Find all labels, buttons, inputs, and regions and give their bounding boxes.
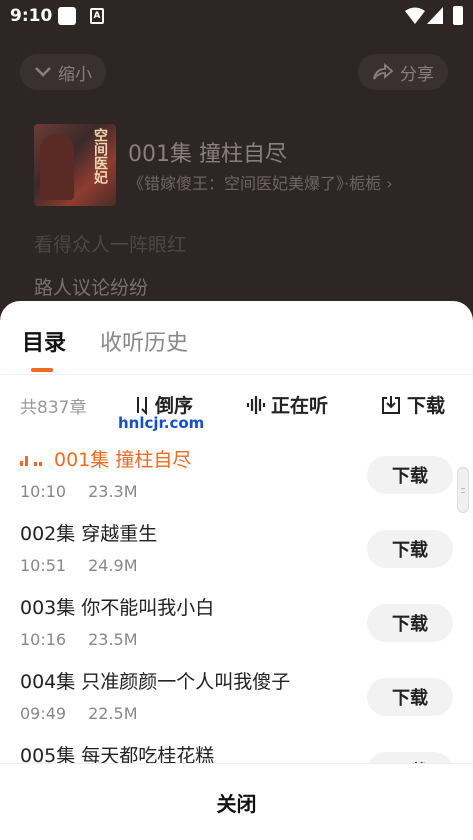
- share-label: 分享: [400, 64, 434, 85]
- episode-size: 22.5M: [88, 704, 138, 723]
- now-playing-button[interactable]: 正在听: [246, 391, 328, 418]
- scrollbar-handle[interactable]: [457, 467, 469, 513]
- episode-meta: 10:10 23.3M: [20, 482, 138, 501]
- lyric-current: 路人议论纷纷: [34, 277, 149, 299]
- episode-title: 002集 穿越重生: [20, 523, 158, 545]
- share-button[interactable]: 分享: [358, 54, 448, 90]
- episode-duration: 10:10: [20, 482, 67, 501]
- sound-wave-icon: [246, 395, 266, 414]
- episode-row[interactable]: 001集 撞柱自尽 10:10 23.3M 下载: [0, 441, 473, 515]
- book-title: 《错嫁傻王：空间医妃美爆了》·栀栀: [128, 174, 382, 193]
- chapter-list-sheet: 目录 收听历史 共837章 倒序 正在听 下载 hnlcjr.com 001集 …: [0, 301, 473, 840]
- chevron-down-icon: [35, 67, 51, 77]
- episode-download-button[interactable]: 下载: [367, 456, 453, 494]
- episode-duration: 10:16: [20, 630, 67, 649]
- episode-size: 23.3M: [88, 482, 138, 501]
- cover-figure: [40, 134, 74, 200]
- episode-size: 24.9M: [88, 556, 138, 575]
- cellular-icon: [427, 7, 443, 24]
- app-notification-icon: A: [90, 8, 104, 24]
- battery-icon: [453, 6, 463, 25]
- episode-download-button[interactable]: 下载: [367, 678, 453, 716]
- download-icon: [382, 395, 400, 414]
- status-time: 9:10: [10, 6, 53, 26]
- episode-title: 001集 撞柱自尽: [54, 449, 192, 471]
- episode-download-button[interactable]: 下载: [367, 530, 453, 568]
- playing-icon: [20, 455, 42, 466]
- status-bar: 9:10 A: [0, 0, 473, 34]
- episode-duration: 09:49: [20, 704, 67, 723]
- watermark: hnlcjr.com: [118, 414, 205, 432]
- close-button[interactable]: 关闭: [0, 764, 473, 840]
- episode-title: 003集 你不能叫我小白: [20, 597, 215, 619]
- current-episode-title: 001集 撞柱自尽: [128, 142, 287, 167]
- episode-meta: 10:16 23.5M: [20, 630, 138, 649]
- chevron-right-icon: ›: [386, 174, 393, 193]
- sheet-tabs: 目录 收听历史: [0, 301, 473, 375]
- wifi-icon: [405, 7, 425, 24]
- cover-title: 空间医妃: [92, 128, 108, 184]
- now-playing-label: 正在听: [271, 395, 329, 417]
- batch-download-button[interactable]: 下载: [380, 391, 445, 418]
- lyric-previous: 看得众人一阵眼红: [34, 234, 187, 256]
- collapse-label: 缩小: [58, 64, 92, 85]
- tab-history[interactable]: 收听历史: [100, 325, 188, 357]
- episode-row[interactable]: 004集 只准颜颜一个人叫我傻子 09:49 22.5M 下载: [0, 663, 473, 737]
- episode-title-line: 001集 撞柱自尽: [20, 445, 191, 472]
- book-title-link[interactable]: 《错嫁傻王：空间医妃美爆了》·栀栀 ›: [128, 170, 448, 194]
- episode-duration: 10:51: [20, 556, 67, 575]
- list-toolbar: 共837章 倒序 正在听 下载: [0, 389, 473, 423]
- sort-icon: [137, 396, 147, 415]
- notification-icon: [58, 7, 76, 25]
- tab-catalog[interactable]: 目录: [22, 325, 66, 357]
- episode-title: 004集 只准颜颜一个人叫我傻子: [20, 671, 291, 693]
- collapse-button[interactable]: 缩小: [20, 54, 106, 90]
- episode-download-button[interactable]: 下载: [367, 604, 453, 642]
- book-cover[interactable]: 空间医妃: [34, 124, 116, 206]
- divider: [0, 374, 473, 375]
- sheet-footer: 关闭: [0, 763, 473, 840]
- chapter-count: 共837章: [20, 398, 87, 418]
- episode-size: 23.5M: [88, 630, 138, 649]
- batch-download-label: 下载: [407, 395, 446, 417]
- episode-row[interactable]: 003集 你不能叫我小白 10:16 23.5M 下载: [0, 589, 473, 663]
- episode-row[interactable]: 002集 穿越重生 10:51 24.9M 下载: [0, 515, 473, 589]
- tab-indicator: [31, 368, 53, 372]
- episode-meta: 10:51 24.9M: [20, 556, 138, 575]
- episode-meta: 09:49 22.5M: [20, 704, 138, 723]
- share-icon: [373, 63, 394, 80]
